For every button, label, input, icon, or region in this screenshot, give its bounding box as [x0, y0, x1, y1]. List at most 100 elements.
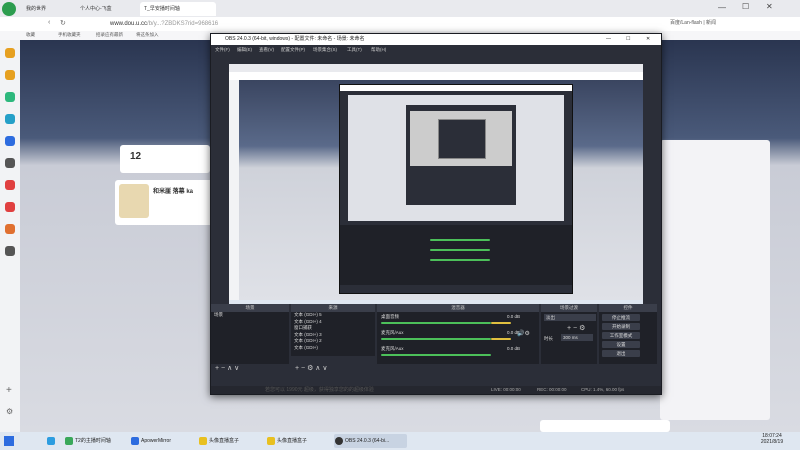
live-timer: LIVE: 00:00:00 — [491, 387, 521, 392]
add-icon[interactable]: + — [6, 385, 12, 396]
menu-item-view[interactable]: 查看(V) — [259, 45, 274, 55]
duration-input[interactable]: 300 ms — [561, 334, 593, 341]
volume-meter — [381, 322, 491, 324]
bookmark-item[interactable]: 手机收藏夹 — [58, 32, 81, 38]
minimize-icon[interactable]: — — [718, 3, 726, 12]
toolbar-links[interactable]: 百度/Lan-flash | 新闻 — [670, 19, 716, 26]
url-path: /b/y...?ZBDKS7rid=968616 — [147, 21, 219, 27]
rec-timer: REC: 00:00:00 — [537, 387, 567, 392]
tab-label: 个人中心-飞盒 — [80, 6, 112, 12]
sidebar-app-icon[interactable] — [5, 202, 15, 212]
taskbar-item-active[interactable]: OBS 24.0.3 (64-bi... — [334, 434, 407, 448]
transition-select[interactable]: 淡出 — [544, 314, 596, 321]
bookmark-item[interactable]: 招录应有最新 — [96, 32, 123, 38]
add-transition-icon[interactable]: + − ⚙ — [567, 324, 585, 332]
browser-tab-active[interactable]: T_早安播时间轴 — [140, 2, 216, 16]
taskbar: T2的主播时间轴 ApowerMirror 头像直播盒子 头像直播盒子 OBS … — [0, 432, 800, 450]
sidebar-app-icon[interactable] — [5, 70, 15, 80]
menu-item-profile[interactable]: 配置文件(P) — [281, 45, 305, 55]
clock-date: 2021/8/19 — [760, 439, 784, 445]
taskbar-item[interactable]: ApowerMirror — [130, 434, 203, 448]
bookmark-item[interactable]: 将这条加入 — [136, 32, 159, 38]
url-host: www.dou.u.cc — [110, 21, 148, 27]
taskbar-item-label: T2的主播时间轴 — [75, 438, 111, 444]
transitions-dock-title: 场景过渡 — [541, 304, 597, 312]
obs-icon — [335, 437, 343, 445]
mixer-channel-name: 麦克风/Aux — [381, 330, 404, 335]
sidebar-app-icon[interactable] — [5, 136, 15, 146]
scenes-list[interactable]: 场景 — [211, 312, 289, 364]
add-source-icon[interactable]: + − ⚙ ∧ ∨ — [295, 364, 327, 372]
browser-logo-icon — [2, 2, 16, 16]
mixer-channel-name: 麦克风/Aux — [381, 346, 404, 351]
sidebar-app-icon[interactable] — [5, 180, 15, 190]
mixer-channel-level: 0.0 dB — [507, 314, 521, 319]
right-panel — [660, 140, 770, 420]
apowermirror-icon — [131, 437, 139, 445]
app-icon — [267, 437, 275, 445]
transitions-panel: 淡出 + − ⚙ 时长 300 ms — [541, 312, 597, 364]
audio-mixer: 桌面音频 0.0 dB 麦克风/Aux 0.0 dB 麦克风/Aux 0.0 d… — [377, 312, 539, 364]
gear-icon[interactable]: ⚙ — [6, 407, 13, 416]
sidebar-app-icon[interactable] — [5, 48, 15, 58]
obs-window: OBS 24.0.3 (64-bit, windows) - 配置文件: 未命名… — [210, 33, 662, 395]
sidebar-app-icon[interactable] — [5, 114, 15, 124]
browser-tab[interactable]: 我的世界 — [22, 2, 82, 16]
obs-title-text: OBS 24.0.3 (64-bit, windows) - 配置文件: 未命名… — [225, 36, 365, 42]
nested-sidebar — [229, 80, 239, 300]
add-scene-icon[interactable]: + − ∧ ∨ — [215, 364, 239, 372]
sidebar-app-icon[interactable] — [5, 246, 15, 256]
taskbar-item[interactable]: 头像直播盒子 — [198, 434, 271, 448]
browser-tab[interactable]: 个人中心-飞盒 — [76, 2, 144, 16]
tab-label: T_早安播时间轴 — [144, 6, 180, 12]
back-icon[interactable]: ‹ — [48, 19, 50, 26]
menu-item-edit[interactable]: 编辑(E) — [237, 45, 252, 55]
volume-meter-peak — [491, 338, 511, 340]
menu-item-scene-collection[interactable]: 场景集合(S) — [313, 45, 337, 55]
cpu-fps: CPU: 1.4%, 60.00 fps — [581, 387, 625, 392]
taskbar-item[interactable]: 头像直播盒子 — [266, 434, 339, 448]
speaker-icon[interactable]: 🔊⚙ — [517, 330, 530, 337]
obs-docks: 场景 场景 + − ∧ ∨ 来源 文本 (GDI+) 5 文本 (GDI+) 4… — [211, 304, 661, 386]
nested-obs-titlebar — [340, 85, 572, 91]
maximize-icon[interactable]: ☐ — [626, 34, 630, 45]
windows-start-icon[interactable] — [4, 436, 14, 446]
menu-item-tools[interactable]: 工具(T) — [347, 45, 362, 55]
scenes-dock-title: 场景 — [211, 304, 289, 312]
address-bar: ‹ ↻ www.dou.u.cc/b/y...?ZBDKS7rid=968616… — [0, 17, 800, 32]
clock[interactable]: 18:07:24 2021/8/19 — [752, 433, 792, 445]
sidebar-app-icon[interactable] — [5, 158, 15, 168]
start-recording-button[interactable]: 开始录制 — [602, 323, 640, 330]
stop-streaming-button[interactable]: 停止推流 — [602, 314, 640, 321]
sidebar-app-icon[interactable] — [5, 92, 15, 102]
maximize-icon[interactable]: ☐ — [742, 2, 749, 11]
taskbar-item-label: ApowerMirror — [141, 438, 172, 444]
avatar — [119, 184, 149, 218]
close-icon[interactable]: ✕ — [766, 2, 773, 11]
studio-mode-button[interactable]: 工作室模式 — [602, 332, 640, 339]
streamer-card[interactable]: 和米崖 落幕 ka — [115, 180, 215, 225]
source-item[interactable]: 文本 (GDI+) — [291, 345, 375, 352]
bottom-toolbar — [540, 420, 670, 432]
nested-tabbar — [229, 64, 643, 72]
browser-tab-bar: 我的世界 个人中心-飞盒 T_早安播时间轴 — ☐ ✕ — [0, 0, 800, 17]
sources-list[interactable]: 文本 (GDI+) 5 文本 (GDI+) 4 窗口捕获 文本 (GDI+) 3… — [291, 312, 375, 356]
bookmark-item[interactable]: 收藏 — [26, 32, 35, 38]
menu-item-file[interactable]: 文件(F) — [215, 45, 230, 55]
mixer-channel-level: 0.0 dB — [507, 346, 521, 351]
menu-item-help[interactable]: 帮助(H) — [371, 45, 386, 55]
tim-icon — [47, 437, 55, 445]
settings-button[interactable]: 设置 — [602, 341, 640, 348]
close-icon[interactable]: ✕ — [646, 34, 650, 45]
taskbar-item[interactable]: T2的主播时间轴 — [64, 434, 137, 448]
taskbar-item-label: 头像直播盒子 — [209, 438, 240, 444]
minimize-icon[interactable]: — — [606, 34, 611, 45]
url-field[interactable]: www.dou.u.cc/b/y...?ZBDKS7rid=968616 — [110, 19, 670, 29]
sidebar-app-icon[interactable] — [5, 224, 15, 234]
volume-meter — [381, 354, 491, 356]
scene-item[interactable]: 场景 — [211, 312, 289, 319]
refresh-icon[interactable]: ↻ — [60, 19, 66, 27]
obs-preview[interactable] — [229, 64, 643, 329]
exit-button[interactable]: 退出 — [602, 350, 640, 357]
mixer-dock-title: 混音器 — [377, 304, 539, 312]
